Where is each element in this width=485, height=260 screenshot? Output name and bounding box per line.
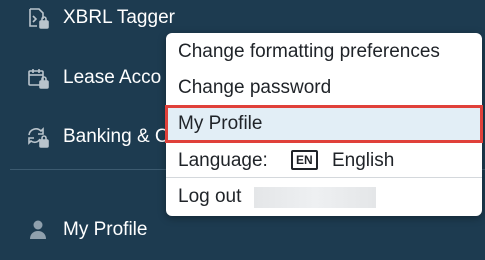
menu-item-language[interactable]: Language: EN English	[166, 143, 482, 179]
menu-item-my-profile[interactable]: My Profile	[165, 105, 483, 143]
menu-divider	[166, 177, 482, 178]
sidebar-item-label: Banking & C	[63, 126, 169, 147]
redacted-username	[254, 187, 376, 208]
sidebar-item-xbrl-tagger[interactable]: XBRL Tagger	[0, 0, 300, 36]
person-icon	[26, 218, 50, 242]
menu-item-label: Log out	[178, 186, 242, 207]
menu-item-label: Change formatting preferences	[178, 41, 440, 62]
calendar-lock-icon	[26, 66, 50, 90]
language-label: Language:	[178, 150, 268, 171]
sidebar-item-label: Lease Acco	[63, 67, 162, 88]
tag-document-lock-icon	[26, 6, 50, 30]
menu-item-label: Change password	[178, 77, 332, 98]
profile-dropdown-menu: Change formatting preferences Change pas…	[165, 33, 483, 216]
sidebar-item-label: XBRL Tagger	[63, 7, 175, 28]
menu-item-logout[interactable]: Log out	[166, 179, 482, 215]
language-name: English	[332, 150, 395, 171]
exchange-lock-icon	[26, 125, 50, 149]
sidebar-item-my-profile[interactable]: My Profile	[0, 212, 300, 248]
sidebar-item-label: My Profile	[63, 219, 148, 240]
language-code-badge: EN	[291, 150, 318, 170]
menu-item-change-formatting[interactable]: Change formatting preferences	[166, 34, 482, 70]
menu-item-label: My Profile	[178, 113, 263, 134]
menu-item-change-password[interactable]: Change password	[166, 70, 482, 106]
